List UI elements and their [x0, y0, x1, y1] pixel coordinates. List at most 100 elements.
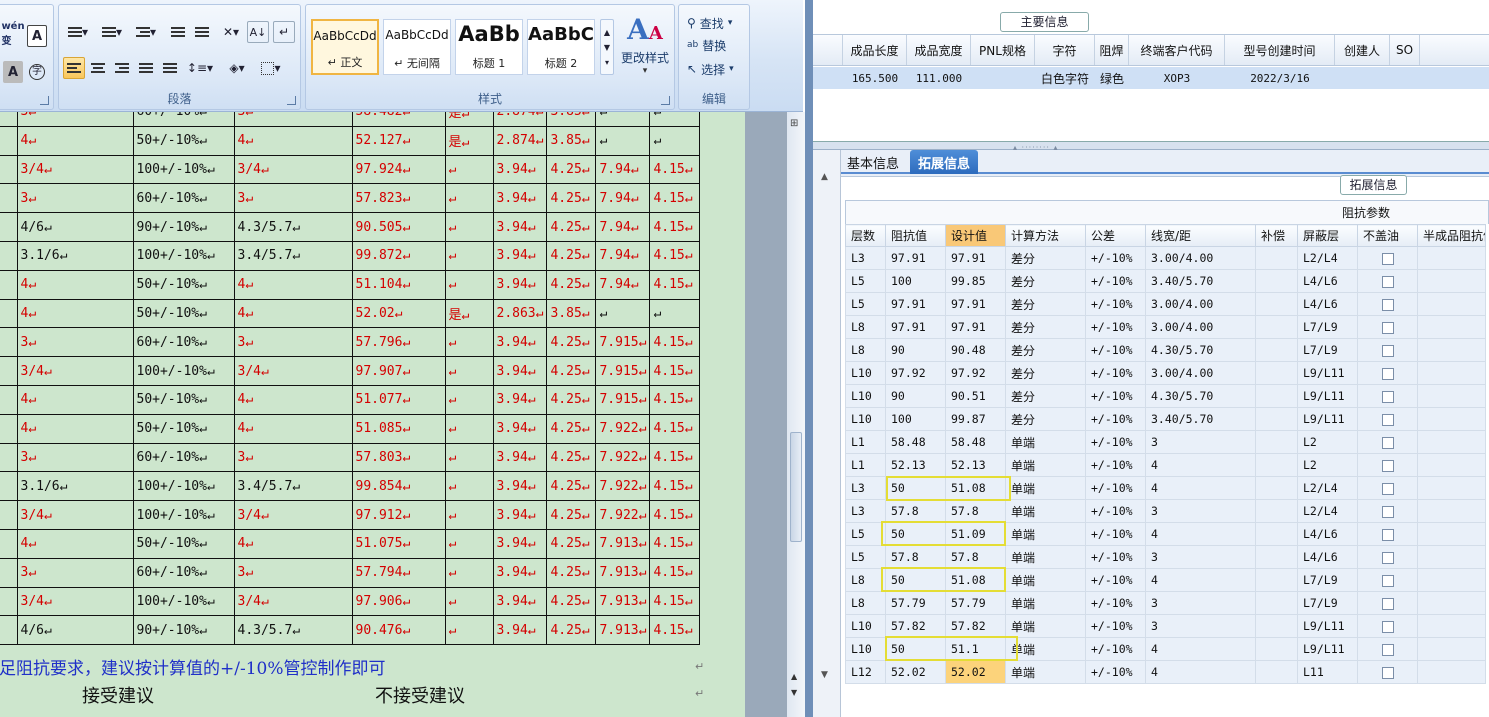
impedance-cell[interactable]: L5: [845, 269, 886, 293]
impedance-cell[interactable]: [1255, 545, 1298, 569]
no-solder-mask-checkbox[interactable]: [1382, 643, 1394, 656]
doc-cell[interactable]: 3.85↵: [546, 112, 597, 127]
change-styles-button[interactable]: AA 更改样式 ▾: [618, 15, 672, 77]
styles-dialog-launcher[interactable]: [661, 96, 670, 105]
no-solder-mask-checkbox[interactable]: [1382, 574, 1394, 587]
doc-cell[interactable]: 4.25↵: [546, 154, 597, 185]
main-info-header-cell[interactable]: 成品宽度: [907, 35, 971, 65]
doc-cell[interactable]: ↵: [444, 240, 494, 271]
impedance-cell[interactable]: 90: [885, 338, 946, 362]
main-info-header-cell[interactable]: SO: [1390, 35, 1420, 65]
doc-cell[interactable]: 90.505↵: [351, 212, 446, 242]
numbering-button[interactable]: ▾: [97, 21, 127, 43]
impedance-cell[interactable]: 差分: [1005, 361, 1086, 385]
no-solder-mask-checkbox[interactable]: [1382, 321, 1394, 334]
impedance-cell[interactable]: L7/L9: [1297, 568, 1358, 592]
impedance-cell[interactable]: 3: [1145, 614, 1256, 638]
style-no-spacing[interactable]: AaBbCcDd ↵ 无间隔: [383, 19, 451, 75]
doc-cell[interactable]: 4.15↵: [649, 183, 701, 214]
doc-cell[interactable]: 100+/-10%↵: [132, 240, 235, 271]
impedance-cell[interactable]: +/-10%: [1085, 660, 1146, 684]
bullets-button[interactable]: ▾: [63, 21, 93, 43]
doc-cell[interactable]: 7.915↵: [595, 356, 651, 386]
doc-cell[interactable]: ↵: [595, 125, 651, 156]
no-solder-mask-checkbox[interactable]: [1382, 390, 1394, 403]
semi-finished-impedance-cell[interactable]: [1417, 660, 1486, 684]
impedance-cell[interactable]: 单端: [1005, 499, 1086, 523]
impedance-cell[interactable]: 3.00/4.00: [1145, 361, 1256, 385]
doc-cell[interactable]: 4.25↵: [546, 615, 597, 646]
doc-cell[interactable]: 3↵: [233, 557, 353, 588]
doc-cell[interactable]: 3.94↵: [492, 413, 548, 444]
impedance-cell[interactable]: 50: [885, 522, 946, 546]
impedance-cell[interactable]: 97.91: [945, 315, 1006, 339]
doc-cell[interactable]: 7.913↵: [595, 586, 651, 617]
impedance-cell[interactable]: 97.91: [945, 246, 1006, 270]
doc-cell[interactable]: 3.85↵: [546, 125, 597, 156]
impedance-cell[interactable]: 3.40/5.70: [1145, 407, 1256, 431]
impedance-cell[interactable]: +/-10%: [1085, 453, 1146, 477]
doc-cell[interactable]: 4.25↵: [546, 557, 597, 588]
doc-cell[interactable]: 7.94↵: [595, 240, 651, 271]
doc-cell[interactable]: 60+/-10%↵: [132, 442, 235, 473]
impedance-cell[interactable]: 3.40/5.70: [1145, 269, 1256, 293]
doc-cell[interactable]: 4.25↵: [546, 442, 597, 473]
impedance-cell[interactable]: 97.91: [885, 292, 946, 316]
doc-cell[interactable]: 4/6↵: [16, 615, 134, 646]
impedance-row[interactable]: L5 50 51.09 单端 +/-10% 4 L4/L6: [845, 522, 1486, 546]
impedance-cell[interactable]: 3.00/4.00: [1145, 315, 1256, 339]
impedance-cell[interactable]: 90.48: [945, 338, 1006, 362]
doc-cell[interactable]: 3.94↵: [492, 615, 548, 646]
doc-cell[interactable]: 57.803↵: [351, 442, 446, 473]
doc-cell[interactable]: ↵: [444, 471, 494, 502]
doc-cell[interactable]: 是↵: [444, 125, 494, 156]
impedance-cell[interactable]: 51.1: [945, 637, 1006, 661]
impedance-cell[interactable]: 100: [885, 269, 946, 293]
impedance-cell[interactable]: L4/L6: [1297, 522, 1358, 546]
main-info-header-cell[interactable]: 型号创建时间: [1225, 35, 1335, 65]
impedance-cell[interactable]: 4: [1145, 476, 1256, 500]
impedance-cell[interactable]: 57.8: [945, 545, 1006, 569]
impedance-cell[interactable]: 99.87: [945, 407, 1006, 431]
impedance-cell[interactable]: L7/L9: [1297, 591, 1358, 615]
main-info-cell[interactable]: 2022/3/16: [1225, 67, 1335, 89]
impedance-cell[interactable]: 单端: [1005, 430, 1086, 454]
doc-cell[interactable]: 7.922↵: [595, 442, 651, 473]
doc-cell[interactable]: 57.796↵: [351, 327, 446, 358]
impedance-cell[interactable]: 4: [1145, 522, 1256, 546]
replace-button[interactable]: ab 替换: [687, 35, 726, 55]
impedance-cell[interactable]: +/-10%: [1085, 545, 1146, 569]
main-info-cell[interactable]: [1390, 67, 1420, 89]
impedance-cell[interactable]: 57.82: [945, 614, 1006, 638]
doc-cell[interactable]: 4.15↵: [649, 384, 701, 415]
impedance-cell[interactable]: L5: [845, 292, 886, 316]
doc-cell[interactable]: 3↵: [16, 557, 134, 588]
impedance-cell[interactable]: 97.91: [885, 246, 946, 270]
select-button[interactable]: ↖ 选择 ▾: [687, 59, 734, 79]
impedance-header-cell[interactable]: 阻抗值: [885, 224, 946, 247]
impedance-cell[interactable]: 4: [1145, 453, 1256, 477]
impedance-cell[interactable]: 4: [1145, 568, 1256, 592]
impedance-cell[interactable]: L8: [845, 315, 886, 339]
doc-cell[interactable]: ↵: [444, 183, 494, 214]
doc-cell[interactable]: 3↵: [16, 183, 134, 214]
impedance-cell[interactable]: [1255, 453, 1298, 477]
impedance-cell[interactable]: L8: [845, 591, 886, 615]
no-solder-mask-checkbox[interactable]: [1382, 482, 1394, 495]
doc-cell[interactable]: ↵: [444, 269, 494, 300]
impedance-cell[interactable]: 57.8: [885, 499, 946, 523]
impedance-cell[interactable]: L7/L9: [1297, 315, 1358, 339]
doc-cell[interactable]: ↵: [595, 112, 651, 127]
main-info-header-cell[interactable]: PNL规格: [971, 35, 1035, 65]
doc-cell[interactable]: 7.915↵: [595, 384, 651, 415]
impedance-cell[interactable]: 52.02: [885, 660, 946, 684]
doc-cell[interactable]: ↵: [649, 298, 701, 329]
impedance-row[interactable]: L5 97.91 97.91 差分 +/-10% 3.00/4.00 L4/L6: [845, 292, 1486, 316]
semi-finished-impedance-cell[interactable]: [1417, 637, 1486, 661]
enclose-characters-button[interactable]: 字: [27, 61, 47, 83]
shading-button[interactable]: ◈ ▾: [221, 57, 253, 79]
doc-cell[interactable]: 4.25↵: [546, 471, 597, 502]
doc-cell[interactable]: 97.906↵: [351, 586, 446, 617]
semi-finished-impedance-cell[interactable]: [1417, 292, 1486, 316]
no-solder-mask-checkbox[interactable]: [1382, 275, 1394, 288]
